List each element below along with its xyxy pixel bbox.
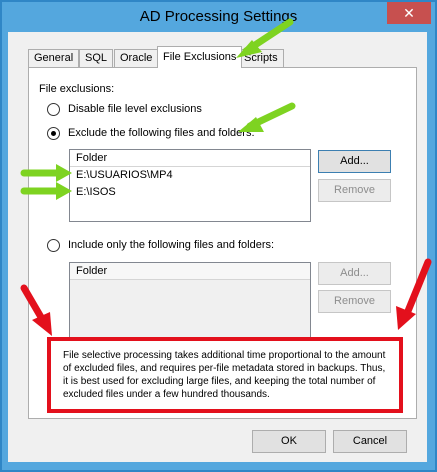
list-item[interactable]: E:\USUARIOS\MP4 — [70, 167, 310, 184]
folder-column-header[interactable]: Folder — [70, 150, 310, 167]
tab-label: Oracle — [120, 52, 153, 64]
include-add-button[interactable]: Add... — [318, 262, 391, 285]
include-remove-button[interactable]: Remove — [318, 290, 391, 313]
tab-scripts[interactable]: Scripts — [238, 49, 284, 67]
list-item[interactable]: E:\ISOS — [70, 184, 310, 201]
folder-column-header[interactable]: Folder — [70, 263, 310, 280]
cancel-button[interactable]: Cancel — [333, 430, 407, 453]
tab-oracle[interactable]: Oracle — [114, 49, 159, 67]
group-label: File exclusions: — [39, 83, 115, 95]
disable-exclusions-label[interactable]: Disable file level exclusions — [68, 103, 202, 115]
processing-note: File selective processing takes addition… — [47, 337, 403, 413]
tab-label: SQL — [85, 52, 108, 64]
exclude-remove-button[interactable]: Remove — [318, 179, 391, 202]
include-files-label[interactable]: Include only the following files and fol… — [68, 239, 274, 251]
close-button[interactable]: ✕ — [387, 2, 431, 24]
tab-sql[interactable]: SQL — [79, 49, 114, 67]
window-title: AD Processing Settings — [139, 8, 298, 25]
title-bar[interactable]: AD Processing Settings ✕ — [2, 2, 435, 32]
ok-button[interactable]: OK — [252, 430, 326, 453]
tab-general[interactable]: General — [28, 49, 80, 67]
exclude-add-button[interactable]: Add... — [318, 150, 391, 173]
include-files-radio[interactable] — [47, 239, 60, 252]
tab-file-exclusions[interactable]: File Exclusions — [157, 46, 243, 68]
tab-label: General — [34, 52, 74, 64]
exclude-folder-list[interactable]: Folder E:\USUARIOS\MP4 E:\ISOS — [69, 149, 311, 222]
disable-exclusions-radio[interactable] — [47, 103, 60, 116]
exclude-files-radio[interactable] — [47, 127, 60, 140]
tab-label: Scripts — [244, 52, 278, 64]
exclude-files-label[interactable]: Exclude the following files and folders: — [68, 127, 255, 139]
tab-label: File Exclusions — [163, 51, 237, 63]
close-icon: ✕ — [403, 5, 415, 21]
